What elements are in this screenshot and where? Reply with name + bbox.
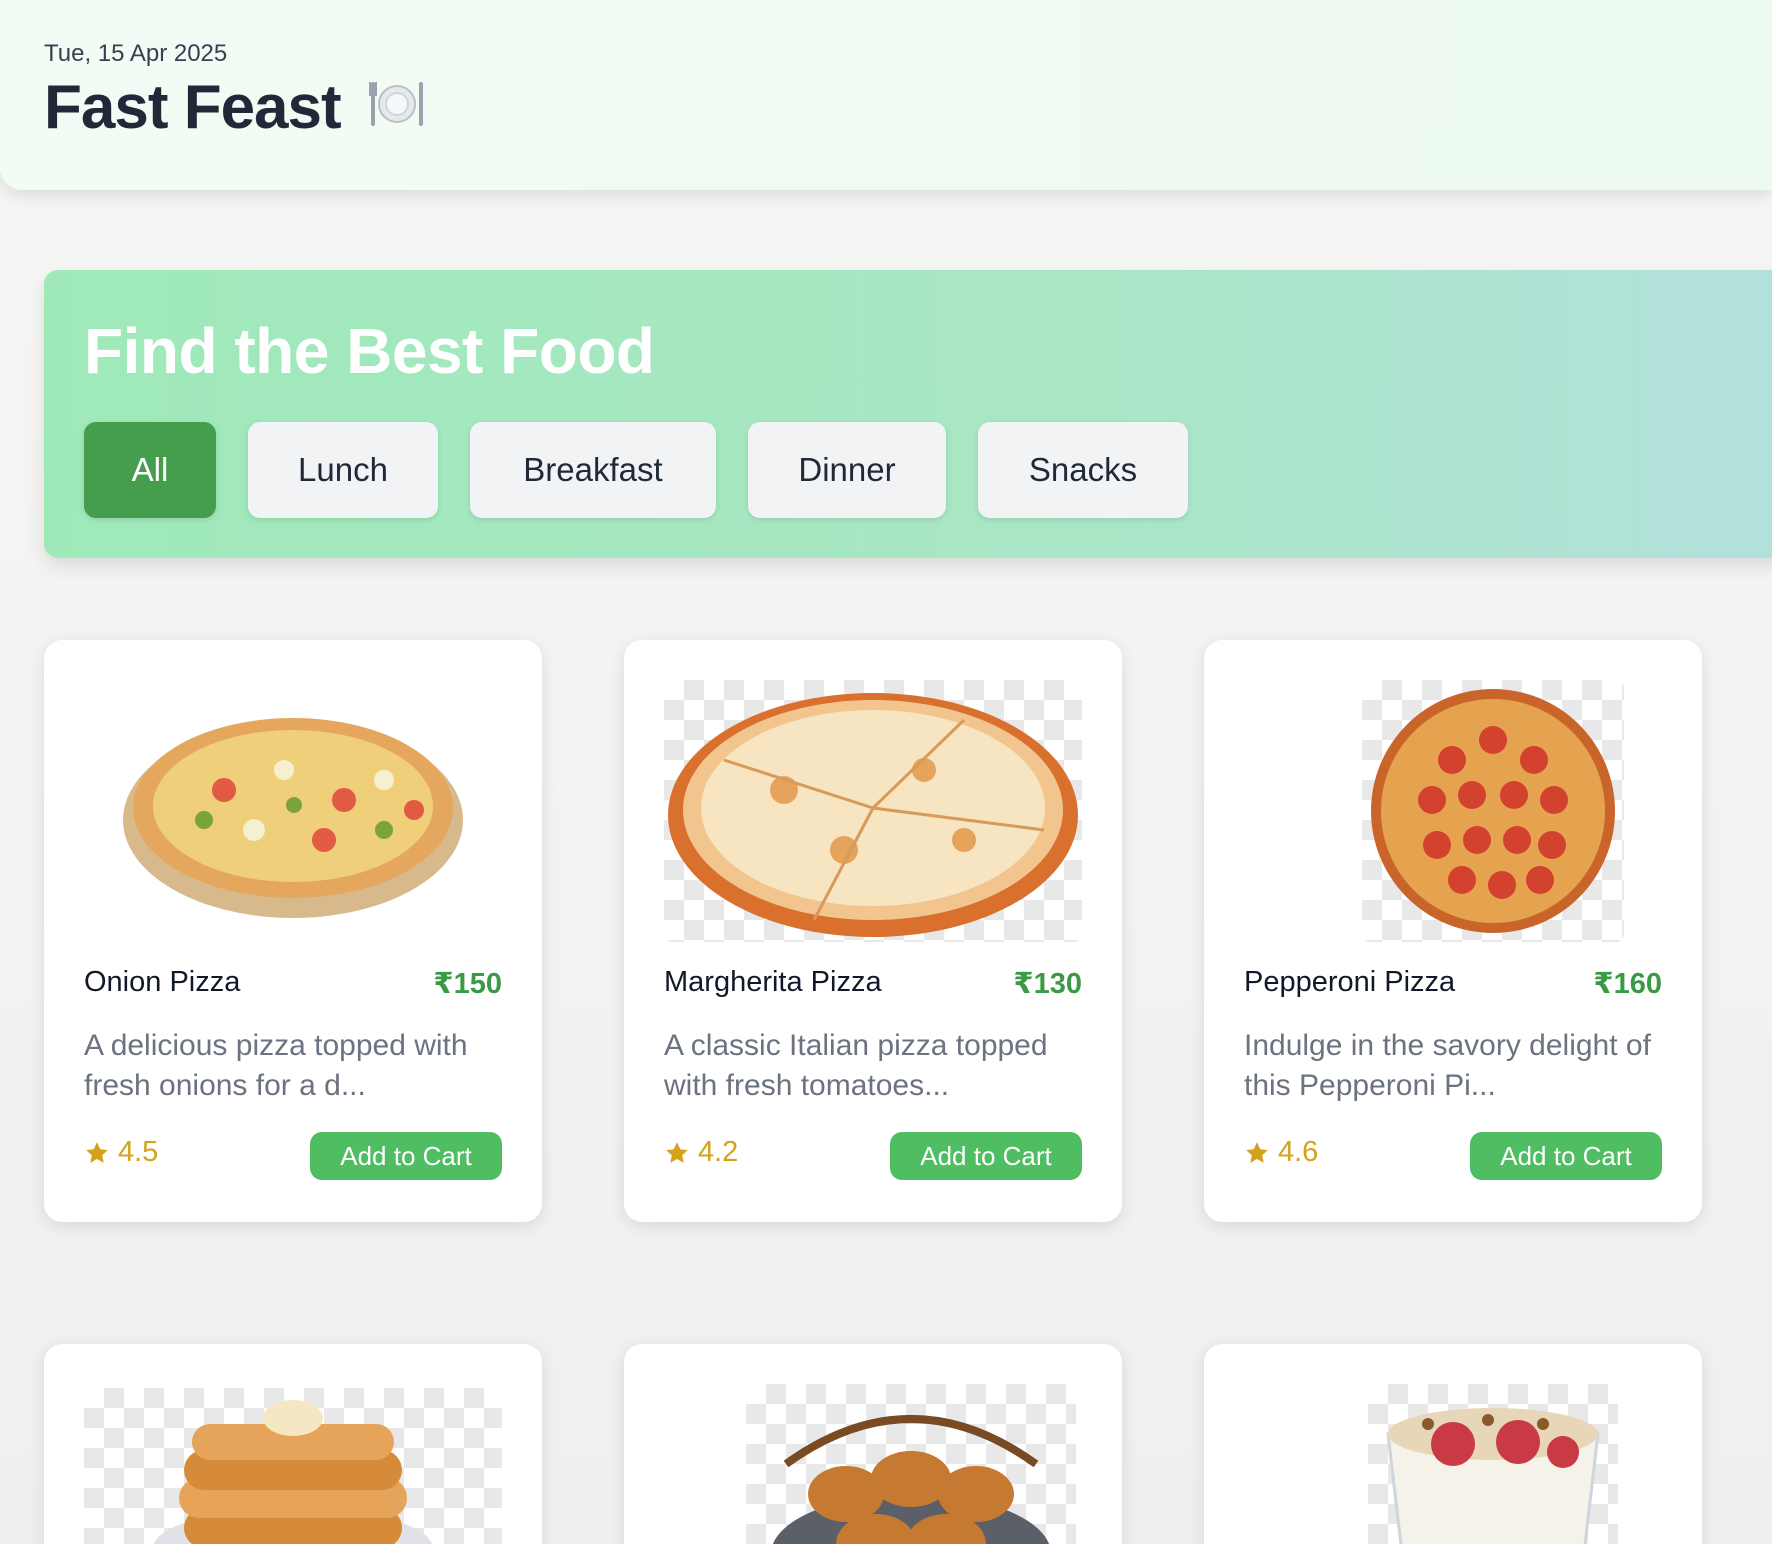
food-image-margherita-pizza <box>664 680 1082 942</box>
food-card[interactable] <box>624 1344 1122 1544</box>
add-to-cart-button[interactable]: Add to Cart <box>890 1132 1082 1180</box>
food-description: A classic Italian pizza topped with fres… <box>664 1029 1048 1102</box>
food-image-pancakes <box>84 1388 502 1544</box>
header-date: Tue, 15 Apr 2025 <box>44 40 228 67</box>
food-price: ₹130 <box>1013 968 1082 1000</box>
page: Tue, 15 Apr 2025 Fast Feast Find the Bes… <box>0 0 1772 1544</box>
filter-breakfast[interactable]: Breakfast <box>470 422 716 518</box>
add-to-cart-button[interactable]: Add to Cart <box>310 1132 502 1180</box>
food-name: Onion Pizza <box>84 966 241 998</box>
star-icon <box>86 1141 108 1163</box>
food-description: A delicious pizza topped with fresh onio… <box>84 1029 468 1102</box>
food-price: ₹150 <box>433 968 502 1000</box>
filter-dinner[interactable]: Dinner <box>748 422 946 518</box>
hero-banner: Find the Best Food All Lunch Breakfast D… <box>44 270 1772 558</box>
food-image-pepperoni-pizza <box>1244 680 1662 942</box>
food-name: Pepperoni Pizza <box>1244 966 1456 998</box>
category-filters: All Lunch Breakfast Dinner Snacks <box>84 422 1188 518</box>
food-card[interactable]: Pepperoni Pizza ₹160 Indulge in the savo… <box>1204 640 1702 1222</box>
rating-value: 4.5 <box>118 1136 159 1168</box>
food-card[interactable]: Onion Pizza ₹150 A delicious pizza toppe… <box>44 640 542 1222</box>
food-price: ₹160 <box>1593 968 1662 1000</box>
plate-cutlery-icon <box>367 76 427 147</box>
star-icon <box>666 1141 688 1163</box>
rating-value: 4.6 <box>1278 1136 1319 1168</box>
food-name: Margherita Pizza <box>664 966 882 998</box>
star-icon <box>1246 1141 1268 1163</box>
filter-snacks[interactable]: Snacks <box>978 422 1188 518</box>
food-image-parfait <box>1244 1384 1662 1544</box>
hero-title: Find the Best Food <box>84 315 655 387</box>
food-rating: 4.5 <box>84 1136 158 1169</box>
food-description: Indulge in the savory delight of this Pe… <box>1244 1029 1651 1102</box>
food-image-pastries <box>664 1384 1082 1544</box>
app-header: Tue, 15 Apr 2025 Fast Feast <box>0 0 1772 190</box>
rating-value: 4.2 <box>698 1136 739 1168</box>
food-image-onion-pizza <box>84 680 502 942</box>
food-card[interactable] <box>44 1344 542 1544</box>
app-title-text: Fast Feast <box>44 73 342 142</box>
food-rating: 4.2 <box>664 1136 738 1169</box>
food-card[interactable] <box>1204 1344 1702 1544</box>
filter-all[interactable]: All <box>84 422 216 518</box>
app-title: Fast Feast <box>44 72 427 147</box>
food-rating: 4.6 <box>1244 1136 1318 1169</box>
filter-lunch[interactable]: Lunch <box>248 422 438 518</box>
add-to-cart-button[interactable]: Add to Cart <box>1470 1132 1662 1180</box>
food-card[interactable]: Margherita Pizza ₹130 A classic Italian … <box>624 640 1122 1222</box>
